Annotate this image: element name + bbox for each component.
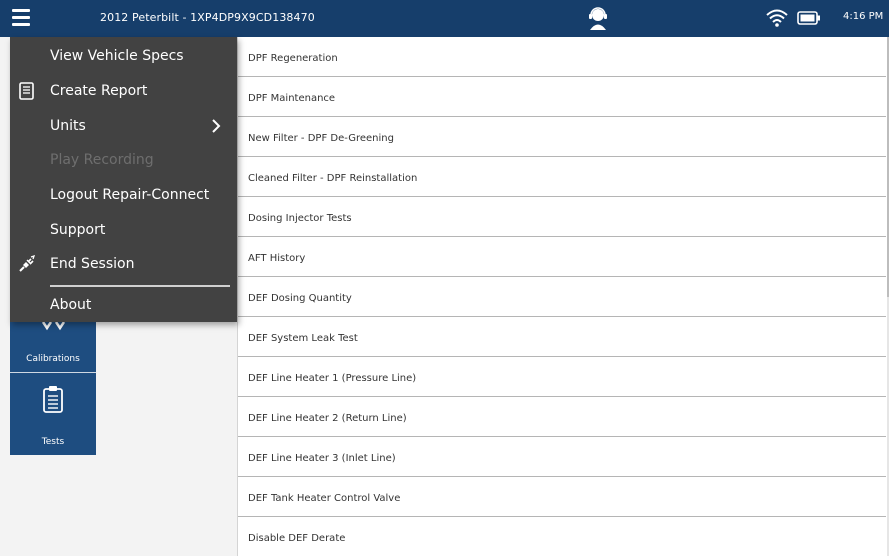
list-item[interactable]: DPF Regeneration — [238, 37, 886, 77]
menu-item-play-recording: Play Recording — [10, 143, 237, 178]
menu-item-label: Play Recording — [50, 152, 154, 168]
menu-item-label: Logout Repair-Connect — [50, 187, 210, 203]
chevron-right-icon — [212, 119, 221, 133]
menu-item-about[interactable]: About — [10, 288, 237, 323]
menu-item-label: End Session — [50, 256, 135, 272]
menu-item-view-vehicle-specs[interactable]: View Vehicle Specs — [10, 39, 237, 74]
list-item[interactable]: DEF Tank Heater Control Valve — [238, 477, 886, 517]
list-item[interactable]: DEF Line Heater 3 (Inlet Line) — [238, 437, 886, 477]
list-item[interactable]: Dosing Injector Tests — [238, 197, 886, 237]
list-item[interactable]: DPF Maintenance — [238, 77, 886, 117]
test-list: DPF Regeneration DPF Maintenance New Fil… — [237, 37, 889, 556]
technician-headset-icon[interactable] — [587, 7, 609, 31]
list-item[interactable]: Cleaned Filter - DPF Reinstallation — [238, 157, 886, 197]
rail-item-tests[interactable]: Tests — [10, 373, 96, 455]
list-item[interactable]: New Filter - DPF De-Greening — [238, 117, 886, 157]
top-bar: 2012 Peterbilt - 1XP4DP9X9CD138470 4:16 … — [0, 0, 889, 37]
menu-item-end-session[interactable]: End Session — [10, 247, 237, 282]
list-item[interactable]: DEF Dosing Quantity — [238, 277, 886, 317]
menu-item-label: View Vehicle Specs — [50, 48, 184, 64]
rail-item-label: Calibrations — [26, 354, 80, 364]
menu-item-units[interactable]: Units — [10, 109, 237, 144]
wifi-icon — [766, 9, 788, 27]
menu-divider — [50, 285, 230, 287]
menu-item-create-report[interactable]: Create Report — [10, 74, 237, 109]
list-item[interactable]: DEF System Leak Test — [238, 317, 886, 357]
list-item[interactable]: DEF Line Heater 1 (Pressure Line) — [238, 357, 886, 397]
menu-item-label: Support — [50, 222, 106, 238]
battery-icon — [797, 11, 820, 25]
list-item[interactable]: Disable DEF Derate — [238, 517, 886, 556]
menu-item-label: About — [50, 297, 92, 313]
clipboard-icon — [43, 386, 63, 413]
menu-item-support[interactable]: Support — [10, 213, 237, 248]
menu-item-logout[interactable]: Logout Repair-Connect — [10, 178, 237, 213]
report-icon — [19, 82, 34, 100]
vehicle-title: 2012 Peterbilt - 1XP4DP9X9CD138470 — [100, 11, 315, 24]
rail-item-label: Tests — [41, 437, 65, 447]
menu-hamburger-icon[interactable] — [12, 9, 30, 27]
list-item[interactable]: AFT History — [238, 237, 886, 277]
menu-item-label: Units — [50, 118, 86, 134]
main-menu: View Vehicle Specs Create Report Units P… — [10, 37, 237, 322]
unplug-icon — [19, 255, 36, 272]
clock: 4:16 PM — [843, 11, 884, 22]
list-item[interactable]: DEF Line Heater 2 (Return Line) — [238, 397, 886, 437]
menu-item-label: Create Report — [50, 83, 148, 99]
rail-item-calibrations[interactable]: Calibrations — [10, 320, 96, 372]
